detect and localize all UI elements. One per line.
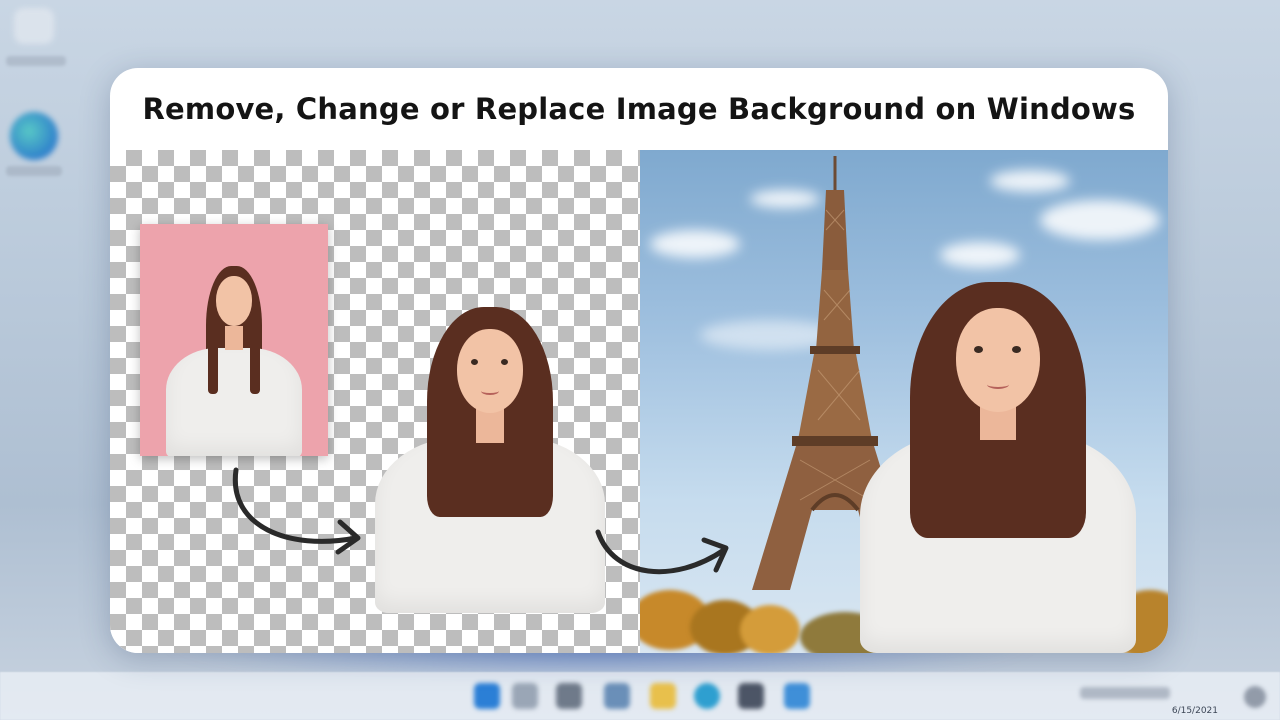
recycle-bin-icon[interactable] [14, 8, 54, 44]
edge-label [6, 166, 62, 176]
file-explorer-icon[interactable] [650, 683, 676, 709]
edge-icon[interactable] [10, 112, 58, 160]
task-view-icon[interactable] [556, 683, 582, 709]
arrow-remove [228, 466, 368, 570]
widgets-icon[interactable] [604, 683, 630, 709]
comparison-stage [110, 150, 1168, 653]
woman-figure-paris [860, 282, 1136, 653]
notification-icon[interactable] [1244, 686, 1266, 708]
arrow-replace [594, 528, 734, 602]
original-photo [140, 224, 328, 456]
taskbar-date[interactable]: 6/15/2021 [1172, 706, 1218, 716]
cloud [940, 242, 1020, 268]
search-icon[interactable] [512, 683, 538, 709]
woman-figure-small [164, 266, 304, 456]
mail-icon[interactable] [784, 683, 810, 709]
woman-figure-cutout [375, 307, 605, 613]
edge-taskbar-icon[interactable] [694, 683, 720, 709]
store-icon[interactable] [738, 683, 764, 709]
cloud [650, 230, 740, 258]
start-icon[interactable] [474, 683, 500, 709]
page-title: Remove, Change or Replace Image Backgrou… [142, 92, 1136, 126]
recycle-bin-label [6, 56, 66, 66]
cloud [990, 170, 1070, 192]
thumbnail-card: Remove, Change or Replace Image Backgrou… [110, 68, 1168, 653]
system-tray[interactable] [1080, 687, 1170, 699]
cloud [1040, 200, 1160, 240]
